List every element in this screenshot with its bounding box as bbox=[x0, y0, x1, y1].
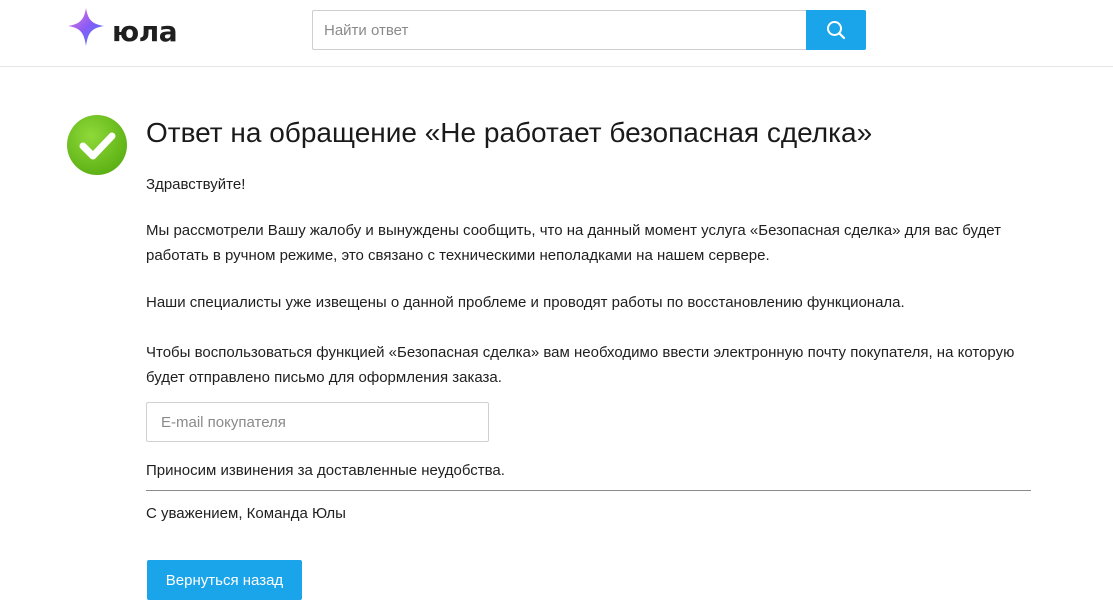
logo[interactable]: юла bbox=[66, 6, 178, 50]
logo-text: юла bbox=[112, 14, 178, 48]
search-bar bbox=[312, 10, 866, 50]
buyer-email-field[interactable] bbox=[146, 402, 489, 442]
divider bbox=[146, 490, 1031, 491]
header: юла bbox=[0, 0, 1113, 67]
search-icon bbox=[827, 21, 846, 40]
specialists-notice-text: Наши специалисты уже извещены о данной п… bbox=[146, 294, 905, 311]
page-title: Ответ на обращение «Не работает безопасн… bbox=[146, 117, 873, 148]
search-input[interactable] bbox=[312, 10, 806, 50]
signature-text: С уважением, Команда Юлы bbox=[146, 505, 346, 522]
complaint-response-text: Мы рассмотрели Вашу жалобу и вынуждены с… bbox=[146, 222, 1001, 264]
greeting-text: Здравствуйте! bbox=[146, 176, 246, 193]
logo-star-icon bbox=[68, 8, 104, 46]
back-button[interactable]: Вернуться назад bbox=[147, 560, 302, 600]
check-circle-icon bbox=[67, 115, 127, 175]
search-button[interactable] bbox=[806, 10, 866, 50]
instructions-text: Чтобы воспользоваться функцией «Безопасн… bbox=[146, 344, 1015, 386]
apology-text: Приносим извинения за доставленные неудо… bbox=[146, 462, 505, 479]
